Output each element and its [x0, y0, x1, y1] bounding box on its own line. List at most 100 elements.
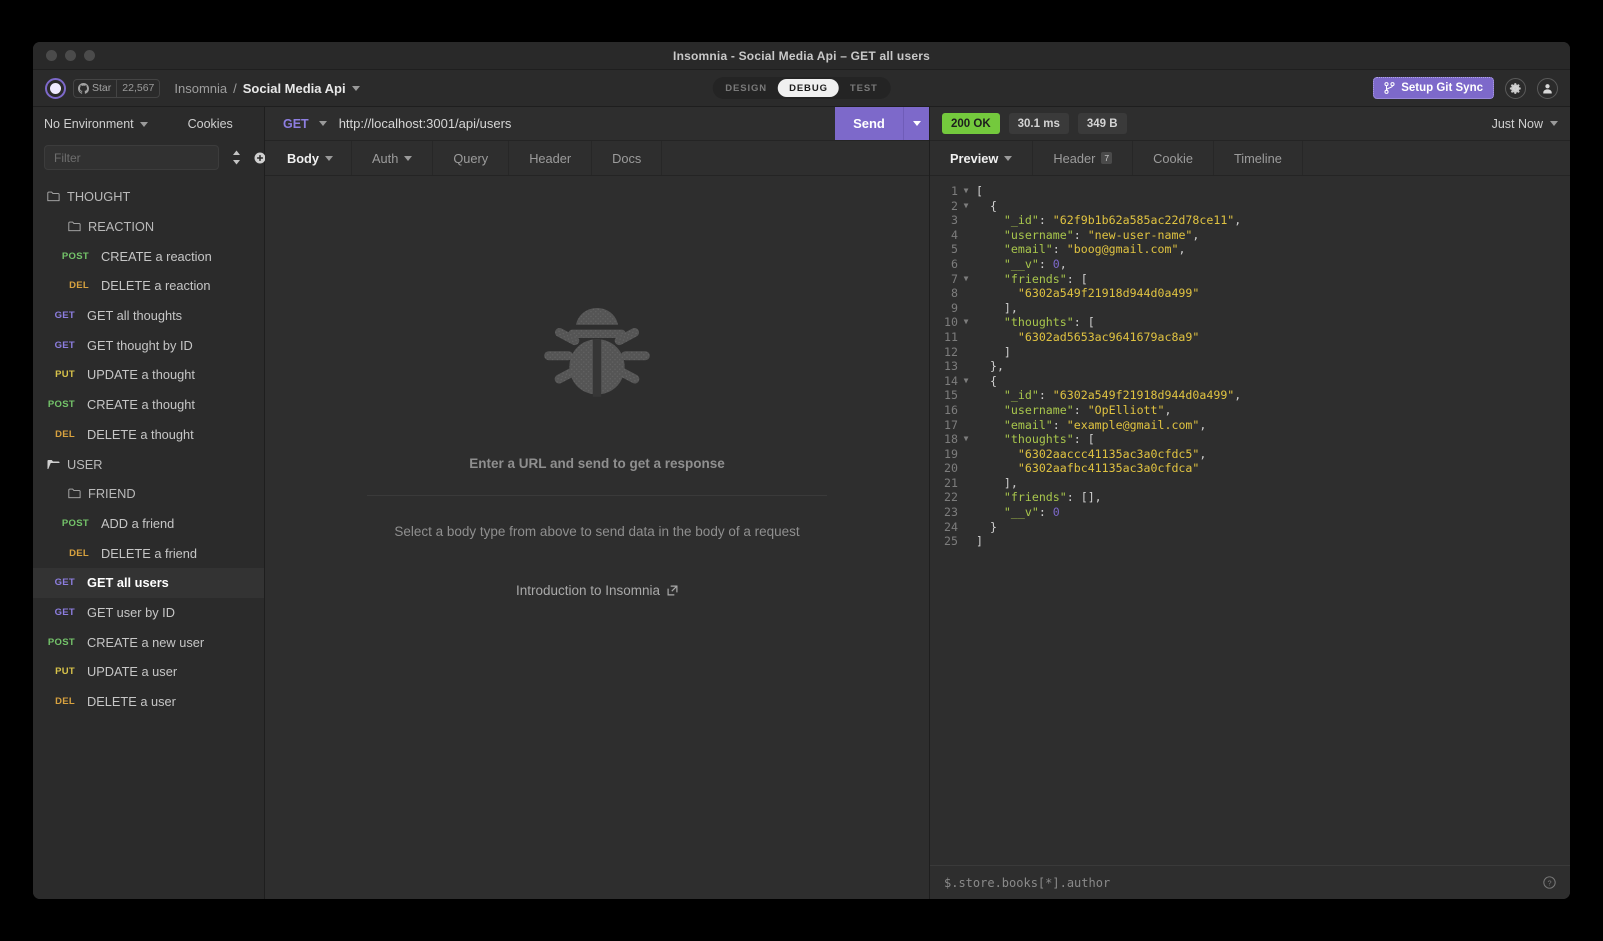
chevron-down-icon[interactable] [352, 86, 360, 91]
response-tab-label: Timeline [1234, 151, 1282, 166]
help-circle-icon[interactable]: ? [1543, 876, 1556, 889]
filter-input[interactable] [44, 145, 219, 170]
code-line: 14▼ { [930, 374, 1570, 389]
sidebar-item-get-user-by-id[interactable]: GETGET user by ID [33, 598, 264, 628]
line-number: 16 [930, 403, 960, 418]
response-tab-preview[interactable]: Preview [930, 141, 1033, 175]
mode-design[interactable]: DESIGN [714, 79, 778, 97]
sidebar-folder-thought[interactable]: THOUGHT [33, 182, 264, 212]
sidebar-folder-friend[interactable]: FRIEND [33, 479, 264, 509]
sidebar-item-create-a-reaction[interactable]: POSTCREATE a reaction [33, 241, 264, 271]
sidebar-item-get-all-users[interactable]: GETGET all users [33, 568, 264, 598]
desktop-background: Insomnia - Social Media Api – GET all us… [0, 0, 1603, 941]
code-line: 8 "6302a549f21918d944d0a499" [930, 286, 1570, 301]
response-tabs: PreviewHeader7 Cookie Timeline [930, 141, 1570, 176]
sidebar-item-delete-a-friend[interactable]: DELDELETE a friend [33, 538, 264, 568]
code-text: ], [972, 476, 1018, 491]
response-tab-label: Header [1053, 151, 1095, 166]
code-text: { [972, 199, 997, 214]
sidebar-item-get-all-thoughts[interactable]: GETGET all thoughts [33, 301, 264, 331]
code-line: 23 "__v": 0 [930, 505, 1570, 520]
response-history-selector[interactable]: Just Now [1492, 117, 1558, 131]
tab-header[interactable]: Header [509, 141, 592, 175]
method-selector[interactable]: GET [265, 107, 339, 140]
code-line: 16 "username": "OpElliott", [930, 403, 1570, 418]
code-text: "__v": 0, [972, 257, 1067, 272]
code-line: 3 "_id": "62f9b1b62a585ac22d78ce11", [930, 213, 1570, 228]
sidebar-item-create-a-thought[interactable]: POSTCREATE a thought [33, 390, 264, 420]
request-name-label: DELETE a reaction [101, 278, 211, 293]
setup-git-sync-label: Setup Git Sync [1401, 82, 1483, 94]
minimize-window-button[interactable] [65, 50, 76, 61]
request-name-label: GET all thoughts [87, 308, 182, 323]
response-timestamp: Just Now [1492, 117, 1543, 131]
fold-toggle-icon[interactable]: ▼ [960, 184, 972, 199]
response-body-viewer[interactable]: 1▼[2▼ {3 "_id": "62f9b1b62a585ac22d78ce1… [930, 176, 1570, 865]
line-number: 18 [930, 432, 960, 447]
line-number: 23 [930, 505, 960, 520]
mode-test[interactable]: TEST [839, 79, 889, 97]
sidebar-item-delete-a-reaction[interactable]: DELDELETE a reaction [33, 271, 264, 301]
cookies-button[interactable]: Cookies [188, 117, 233, 131]
sidebar-item-delete-a-user[interactable]: DELDELETE a user [33, 687, 264, 717]
line-number: 7 [930, 272, 960, 287]
response-tab-label: Cookie [1153, 151, 1193, 166]
tab-docs[interactable]: Docs [592, 141, 662, 175]
code-text: "email": "boog@gmail.com", [972, 242, 1185, 257]
url-input[interactable]: http://localhost:3001/api/users [339, 107, 835, 140]
send-button[interactable]: Send [835, 107, 903, 140]
fold-toggle-icon[interactable]: ▼ [960, 272, 972, 287]
sidebar-item-update-a-user[interactable]: PUTUPDATE a user [33, 657, 264, 687]
breadcrumb-app-name: Insomnia [174, 81, 227, 96]
github-star-badge[interactable]: Star 22,567 [73, 79, 160, 98]
maximize-window-button[interactable] [84, 50, 95, 61]
tab-auth[interactable]: Auth [352, 141, 433, 175]
tab-label: Query [453, 151, 488, 166]
empty-state-title: Enter a URL and send to get a response [469, 456, 725, 471]
sort-button[interactable] [231, 150, 242, 165]
environment-selector[interactable]: No Environment [44, 117, 148, 131]
request-name-label: GET all users [87, 575, 169, 590]
code-line: 1▼[ [930, 184, 1570, 199]
request-pane: GET http://localhost:3001/api/users Send… [265, 107, 930, 899]
code-line: 13 }, [930, 359, 1570, 374]
line-number: 22 [930, 490, 960, 505]
response-tab-timeline[interactable]: Timeline [1214, 141, 1303, 175]
line-number: 9 [930, 301, 960, 316]
code-text: "friends": [], [972, 490, 1102, 505]
tab-body[interactable]: Body [265, 141, 352, 175]
sidebar-item-create-a-new-user[interactable]: POSTCREATE a new user [33, 627, 264, 657]
response-size-badge: 349 B [1078, 113, 1127, 134]
sidebar-item-delete-a-thought[interactable]: DELDELETE a thought [33, 420, 264, 450]
request-name-label: CREATE a thought [87, 397, 195, 412]
fold-toggle-icon[interactable]: ▼ [960, 199, 972, 214]
fold-toggle-icon[interactable]: ▼ [960, 432, 972, 447]
response-tab-header[interactable]: Header7 [1033, 141, 1133, 175]
request-name-label: DELETE a friend [101, 546, 197, 561]
introduction-link[interactable]: Introduction to Insomnia [516, 583, 678, 598]
fold-toggle-icon[interactable]: ▼ [960, 315, 972, 330]
setup-git-sync-button[interactable]: Setup Git Sync [1373, 77, 1494, 99]
folder-closed-icon [47, 191, 60, 202]
line-number: 15 [930, 388, 960, 403]
request-method-label: GET [33, 340, 75, 351]
send-options-button[interactable] [903, 107, 929, 140]
line-number: 1 [930, 184, 960, 199]
code-text: "_id": "62f9b1b62a585ac22d78ce11", [972, 213, 1241, 228]
mode-debug[interactable]: DEBUG [778, 79, 839, 97]
sidebar-item-add-a-friend[interactable]: POSTADD a friend [33, 509, 264, 539]
account-button[interactable] [1537, 78, 1558, 99]
introduction-link-label: Introduction to Insomnia [516, 583, 660, 598]
github-icon [78, 83, 89, 94]
sidebar-item-get-thought-by-id[interactable]: GETGET thought by ID [33, 330, 264, 360]
sidebar-folder-user[interactable]: USER [33, 449, 264, 479]
fold-toggle-icon[interactable]: ▼ [960, 374, 972, 389]
sidebar-folder-reaction[interactable]: REACTION [33, 212, 264, 242]
sidebar-item-update-a-thought[interactable]: PUTUPDATE a thought [33, 360, 264, 390]
jsonpath-filter-input[interactable] [944, 876, 1543, 890]
settings-button[interactable] [1505, 78, 1526, 99]
close-window-button[interactable] [46, 50, 57, 61]
breadcrumb[interactable]: Insomnia / Social Media Api [174, 81, 359, 96]
response-tab-cookie[interactable]: Cookie [1133, 141, 1214, 175]
tab-query[interactable]: Query [433, 141, 509, 175]
